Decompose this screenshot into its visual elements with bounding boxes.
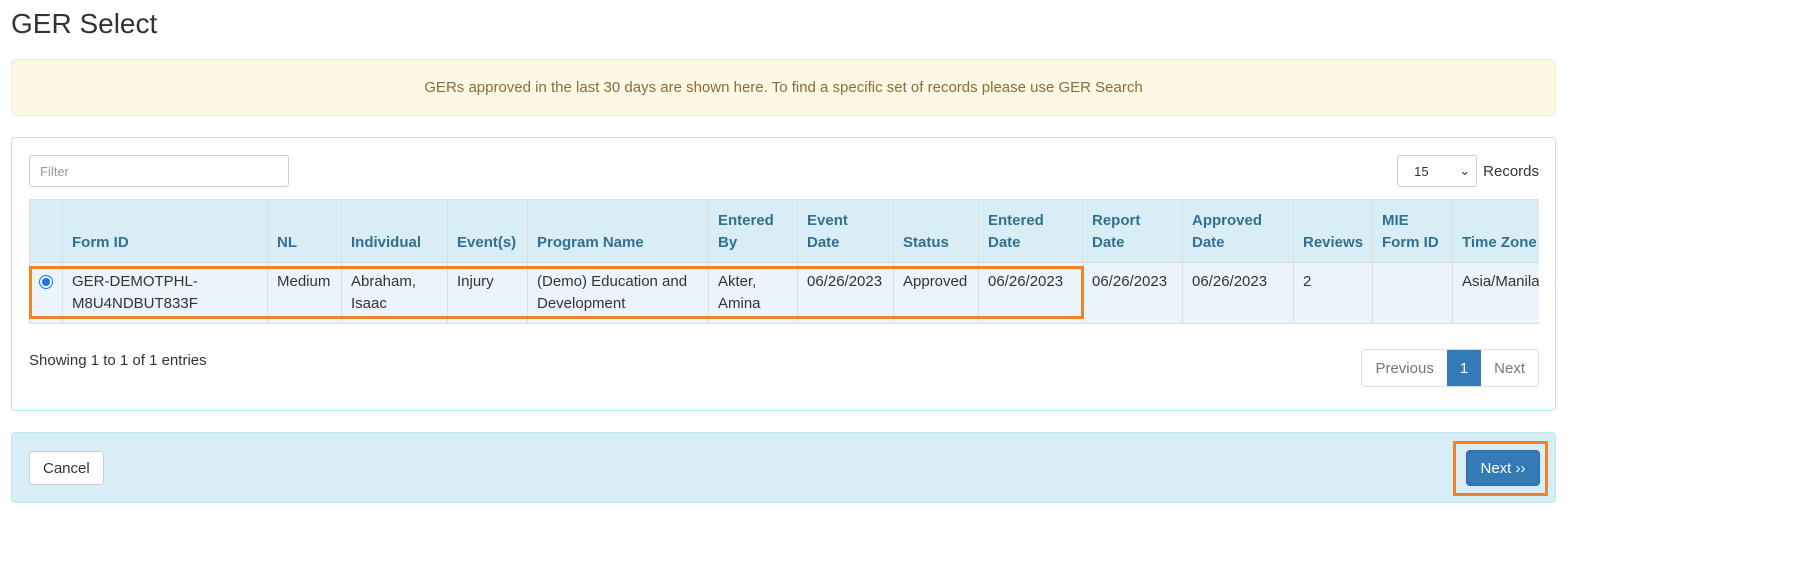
table-row[interactable]: GER-DEMOTPHL- M8U4NDBUT833F Medium Abraham,… (29, 262, 1539, 324)
column-header[interactable]: Program Name (527, 199, 709, 263)
row-select-cell (29, 262, 63, 324)
table-cell: Approved (893, 262, 979, 324)
filter-input[interactable] (29, 155, 289, 187)
entries-info: Showing 1 to 1 of 1 entries (29, 352, 207, 369)
select-column-header (29, 199, 63, 263)
action-footer: Cancel Next ›› (11, 432, 1556, 503)
pagination: Previous 1 Next (1361, 349, 1539, 387)
column-header[interactable]: MIE Form ID (1372, 199, 1453, 263)
table-cell: 06/26/2023 (1082, 262, 1183, 324)
table-cell: 06/26/2023 (1182, 262, 1294, 324)
column-header[interactable]: Entered By (708, 199, 798, 263)
records-selected-value: 15 (1414, 163, 1429, 179)
table-scroll-container[interactable]: Form ID NL Individual Event(s) Program Name E… (29, 199, 1539, 324)
table-cell: (Demo) Education and Development (527, 262, 709, 324)
column-header[interactable]: Approved Date (1182, 199, 1294, 263)
table-cell: Injury (447, 262, 528, 324)
table-cell: Asia/Manila (1452, 262, 1539, 324)
ger-table: Form ID NL Individual Event(s) Program Name E… (29, 199, 1539, 324)
column-header[interactable]: Event Date (797, 199, 894, 263)
page-title: GER Select (11, 8, 158, 39)
records-label: Records (1483, 162, 1539, 180)
table-cell: GER-DEMOTPHL- M8U4NDBUT833F (62, 262, 268, 324)
table-cell (1372, 262, 1453, 324)
next-button[interactable]: Next ›› (1466, 450, 1540, 486)
page-1-button[interactable]: 1 (1446, 350, 1482, 386)
column-header[interactable]: Report Date (1082, 199, 1183, 263)
column-header[interactable]: Reviews (1293, 199, 1373, 263)
column-header[interactable]: Event(s) (447, 199, 528, 263)
alert-text: GERs approved in the last 30 days are sh… (424, 79, 1143, 96)
column-header[interactable]: Entered Date (978, 199, 1083, 263)
column-header[interactable]: Status (893, 199, 979, 263)
cancel-button[interactable]: Cancel (29, 451, 104, 485)
table-cell: 2 (1293, 262, 1373, 324)
table-cell: Medium (267, 262, 342, 324)
column-header[interactable]: NL (267, 199, 342, 263)
column-header[interactable]: Individual (341, 199, 448, 263)
previous-page-button[interactable]: Previous (1362, 350, 1446, 386)
records-per-page-select[interactable]: 15 ⌄ (1397, 155, 1478, 187)
column-header[interactable]: Form ID (62, 199, 268, 263)
info-alert: GERs approved in the last 30 days are sh… (11, 59, 1556, 116)
table-cell: 06/26/2023 (797, 262, 894, 324)
records-panel: 15 ⌄ Records Form IDNLIndividualEvent(s)… (11, 137, 1556, 411)
chevron-down-icon: ⌄ (1459, 163, 1471, 178)
table-cell: Akter, Amina (708, 262, 798, 324)
next-page-button[interactable]: Next (1481, 350, 1538, 386)
table-cell: Abraham, Isaac (341, 262, 448, 324)
records-control: 15 ⌄ Records (1397, 155, 1539, 187)
row-radio-button[interactable] (39, 275, 53, 289)
table-header-row: Form ID NL Individual Event(s) Program Name E… (29, 199, 1539, 263)
column-header[interactable]: Time Zone (1452, 199, 1539, 263)
table-cell: 06/26/2023 (978, 262, 1083, 324)
